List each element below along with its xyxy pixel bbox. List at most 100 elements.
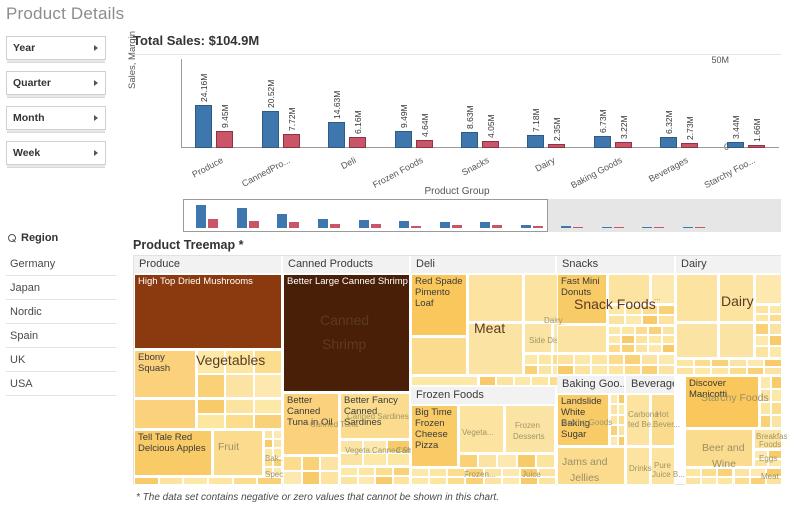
treemap-cell[interactable] (225, 399, 254, 414)
treemap-cell[interactable] (676, 323, 718, 358)
treemap-cell[interactable] (513, 376, 532, 386)
treemap-cell[interactable] (375, 476, 393, 485)
treemap-header-snacks[interactable]: Snacks (557, 256, 675, 273)
bar-margin[interactable] (216, 131, 234, 148)
treemap-cell[interactable] (768, 450, 782, 459)
treemap-cell[interactable] (273, 439, 282, 449)
treemap-cell[interactable] (648, 326, 662, 335)
bar-sales[interactable] (394, 130, 412, 148)
treemap-cell[interactable] (768, 346, 782, 358)
treemap-cell[interactable] (253, 350, 282, 374)
bar-margin[interactable] (482, 140, 499, 148)
treemap-cell[interactable] (134, 399, 196, 429)
treemap-cell[interactable] (624, 354, 642, 365)
treemap-cell[interactable] (501, 476, 520, 485)
treemap-cell-high-top-dried-mushrooms[interactable]: High Top Dried Mushrooms (134, 274, 282, 349)
bar-sales[interactable] (328, 121, 346, 148)
treemap-cell[interactable] (617, 394, 625, 405)
treemap-cell-fast-mini-donuts[interactable]: Fast Mini Donuts (557, 274, 607, 324)
treemap-cell[interactable] (765, 468, 782, 477)
bar-sales[interactable] (660, 136, 678, 148)
treemap-cell[interactable] (658, 305, 675, 315)
treemap-cell[interactable] (447, 476, 466, 485)
treemap-cell[interactable] (754, 429, 782, 449)
treemap-cell[interactable] (719, 274, 754, 322)
treemap-cell[interactable] (375, 467, 393, 476)
treemap-cell[interactable] (768, 458, 782, 467)
treemap-cell[interactable] (134, 477, 159, 485)
treemap-cell[interactable] (634, 335, 649, 344)
treemap-cell[interactable] (733, 468, 750, 477)
treemap-cell[interactable] (557, 447, 625, 485)
treemap-cell[interactable] (590, 354, 608, 365)
treemap-cell[interactable] (621, 326, 635, 335)
bar-sales[interactable] (726, 141, 744, 148)
search-icon[interactable] (8, 233, 17, 243)
bar-margin[interactable] (415, 139, 433, 148)
treemap-cell[interactable] (158, 477, 184, 485)
treemap-cell[interactable] (608, 315, 625, 325)
treemap-cell[interactable] (768, 313, 782, 322)
treemap-header-baking-goods[interactable]: Baking Goo... (557, 376, 625, 393)
treemap-cell[interactable] (590, 364, 608, 375)
region-item-spain[interactable]: Spain (6, 324, 116, 348)
treemap-cell[interactable] (676, 367, 694, 375)
treemap-header-deli[interactable]: Deli (411, 256, 556, 273)
treemap-cell[interactable] (610, 435, 618, 446)
treemap-cell[interactable] (760, 402, 771, 415)
treemap-cell[interactable] (479, 376, 497, 386)
treemap-cell-landslide-white-baking-sugar[interactable]: Landslide White Baking Sugar (557, 394, 609, 446)
chart-scroll-minimap[interactable] (183, 199, 781, 232)
treemap-cell[interactable] (557, 354, 574, 365)
treemap-cell[interactable] (459, 405, 504, 453)
treemap-cell-red-spade-pimento-loaf[interactable]: Red Spade Pimento Loaf (411, 274, 467, 336)
bar-margin[interactable] (747, 145, 765, 148)
treemap-cell[interactable] (524, 354, 538, 365)
treemap-cell[interactable] (537, 476, 556, 485)
treemap-cell[interactable] (273, 466, 282, 476)
bar-sales[interactable] (461, 132, 478, 148)
treemap-cell[interactable] (717, 468, 734, 477)
treemap-cell[interactable] (685, 468, 702, 477)
treemap-cell[interactable] (634, 344, 649, 353)
bar-margin[interactable] (548, 143, 566, 148)
filter-button-month[interactable]: Month (6, 106, 106, 130)
bar-margin[interactable] (681, 143, 699, 148)
product-treemap[interactable]: Produce Canned Products Deli Snacks Dairy Hig… (133, 255, 787, 485)
treemap-cell[interactable] (468, 323, 523, 375)
bar-margin[interactable] (349, 136, 367, 148)
treemap-cell[interactable] (264, 430, 273, 440)
bar-sales[interactable] (527, 135, 545, 148)
bar-sales[interactable] (195, 104, 213, 148)
treemap-cell[interactable] (411, 337, 467, 375)
bar-sales[interactable] (261, 111, 279, 148)
treemap-cell[interactable] (658, 354, 675, 365)
treemap-cell[interactable] (264, 439, 273, 449)
treemap-cell[interactable] (768, 323, 782, 335)
treemap-cell[interactable] (537, 468, 556, 477)
filter-button-week[interactable]: Week (6, 141, 106, 165)
region-item-nordic[interactable]: Nordic (6, 300, 116, 324)
treemap-cell[interactable] (257, 477, 282, 485)
treemap-cell[interactable] (755, 323, 769, 335)
treemap-cell[interactable] (301, 456, 321, 471)
treemap-cell[interactable] (320, 470, 339, 485)
treemap-cell[interactable] (505, 405, 555, 453)
treemap-cell[interactable] (626, 447, 650, 485)
treemap-cell[interactable] (608, 305, 625, 315)
treemap-cell[interactable] (608, 344, 622, 353)
treemap-cell[interactable] (363, 453, 387, 466)
treemap-cell[interactable] (607, 364, 625, 375)
treemap-cell[interactable] (764, 367, 782, 375)
treemap-cell[interactable] (676, 359, 694, 367)
treemap-cell[interactable] (531, 376, 549, 386)
treemap-cell[interactable] (768, 305, 782, 314)
treemap-cell[interactable] (624, 315, 642, 325)
treemap-cell[interactable] (760, 389, 771, 402)
treemap-cell[interactable] (610, 404, 618, 415)
treemap-cell[interactable] (429, 476, 448, 485)
treemap-cell[interactable] (459, 454, 479, 468)
bar-margin[interactable] (282, 134, 300, 148)
treemap-cell[interactable] (411, 376, 478, 386)
treemap-header-frozen-foods[interactable]: Frozen Foods (411, 387, 556, 404)
